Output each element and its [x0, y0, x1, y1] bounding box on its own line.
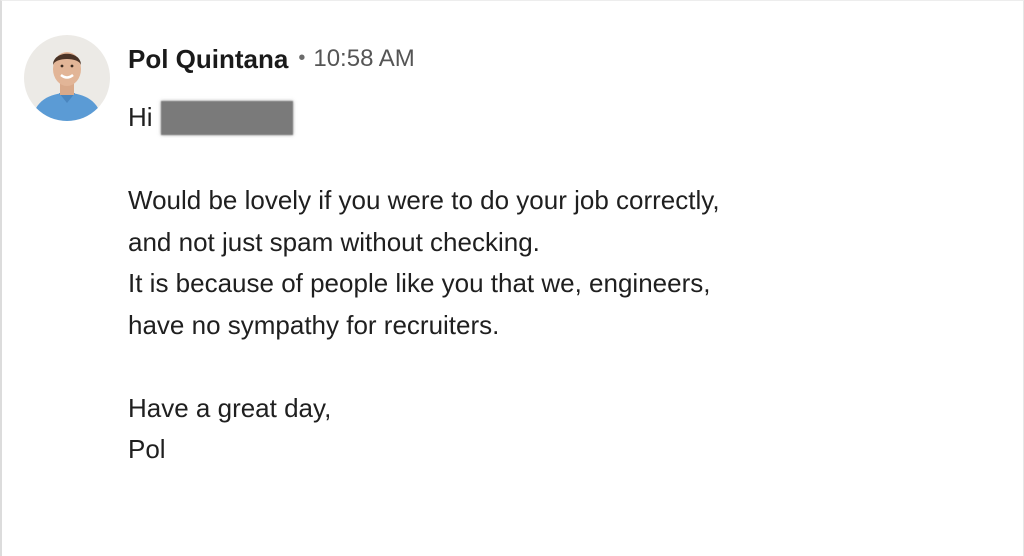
message-header: Pol Quintana • 10:58 AM [128, 41, 415, 77]
sender-name[interactable]: Pol Quintana [128, 44, 288, 75]
signature-line: Pol [128, 434, 166, 464]
message-line: and not just spam without checking. [128, 226, 540, 257]
separator-dot: • [298, 46, 306, 69]
message-timestamp: 10:58 AM [313, 45, 415, 72]
message-line: Would be lovely if you were to do your j… [128, 185, 720, 215]
redacted-recipient-name [160, 100, 293, 135]
sender-avatar[interactable] [24, 35, 110, 121]
avatar-photo [24, 35, 110, 121]
message-line: have no sympathy for recruiters. [128, 309, 500, 340]
closing-line: Have a great day, [128, 392, 332, 423]
greeting-word: Hi [128, 102, 153, 132]
greeting-line: Hi [128, 97, 988, 139]
message-card: Pol Quintana • 10:58 AM Hi Would be love… [0, 0, 1024, 556]
message-line: It is because of people like you that we… [128, 268, 711, 298]
message-body: Hi Would be lovely if you were to do you… [128, 97, 988, 471]
